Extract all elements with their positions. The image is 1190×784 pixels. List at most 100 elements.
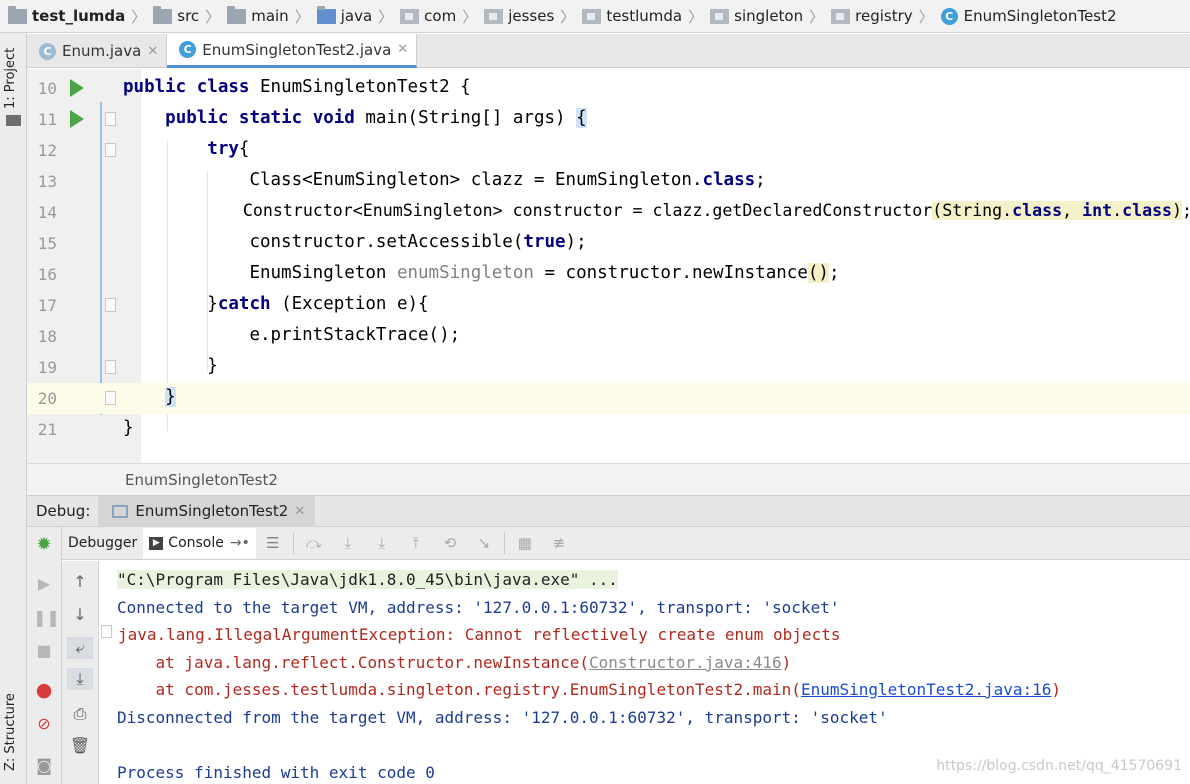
- run-to-cursor-icon[interactable]: ↘: [475, 535, 493, 551]
- code-text: (): [807, 263, 829, 283]
- step-over-icon[interactable]: ⤓: [339, 535, 357, 551]
- left-tool-strip: 1: Project Z: Structure: [0, 33, 27, 784]
- toolbar-separator: [503, 532, 505, 554]
- crumb-com[interactable]: com: [400, 0, 456, 32]
- crumb-label: singleton: [734, 7, 804, 25]
- drop-frame-icon[interactable]: ⟲: [441, 535, 459, 551]
- close-icon[interactable]: ✕: [397, 42, 408, 57]
- up-arrow-icon[interactable]: ↑: [69, 571, 91, 593]
- stack-frame-text: ): [781, 653, 792, 672]
- run-icon[interactable]: [70, 110, 84, 128]
- pin-icon[interactable]: →•: [230, 535, 250, 551]
- keyword: try: [207, 139, 239, 159]
- view-breakpoints-icon[interactable]: ●: [33, 679, 55, 701]
- crumb-main[interactable]: main: [227, 0, 289, 32]
- soft-wrap-icon[interactable]: ⤶: [67, 637, 93, 659]
- step-into-icon[interactable]: ⤓: [373, 535, 391, 551]
- resume-icon[interactable]: ▶: [33, 573, 55, 595]
- show-execution-point-icon[interactable]: ⤼: [305, 535, 323, 551]
- crumb-testlumda[interactable]: testlumda: [582, 0, 682, 32]
- console-icon: ▶: [149, 536, 164, 550]
- camera-icon[interactable]: ◙: [33, 755, 55, 777]
- stop-icon[interactable]: ■: [33, 640, 55, 662]
- code-line[interactable]: 19 }: [27, 352, 1190, 383]
- fold-marker-icon[interactable]: [105, 143, 116, 157]
- code-line[interactable]: 18 e.printStackTrace();: [27, 321, 1190, 352]
- crumb-jesses[interactable]: jesses: [484, 0, 554, 32]
- down-arrow-icon[interactable]: ↓: [69, 604, 91, 626]
- line-number: 13: [37, 172, 57, 191]
- run-icon[interactable]: [70, 79, 84, 97]
- tab-enumsingletontest2-java[interactable]: C EnumSingletonTest2.java ✕: [167, 34, 418, 68]
- code-line[interactable]: 16 EnumSingleton enumSingleton = constru…: [27, 259, 1190, 290]
- close-icon[interactable]: ✕: [294, 504, 305, 519]
- code-line[interactable]: 17 }catch (Exception e){: [27, 290, 1190, 321]
- console-output[interactable]: "C:\Program Files\Java\jdk1.8.0_45\bin\j…: [99, 561, 1190, 784]
- rerun-debug-icon[interactable]: ✹: [33, 534, 55, 556]
- code-line[interactable]: 13 Class<EnumSingleton> clazz = EnumSing…: [27, 166, 1190, 197]
- crumb-class[interactable]: C EnumSingletonTest2: [940, 0, 1117, 32]
- console-disconnected-line: Disconnected from the target VM, address…: [117, 708, 888, 727]
- debug-action-strip: ✹ ▶ ❚❚ ■ ● ⊘ ◙: [27, 527, 62, 784]
- project-tool-tab[interactable]: 1: Project: [3, 48, 18, 109]
- trash-icon[interactable]: 🗑: [69, 735, 91, 757]
- close-icon[interactable]: ✕: [147, 44, 158, 59]
- tab-console[interactable]: ▶ Console →•: [143, 527, 256, 559]
- code-line[interactable]: 12 try{: [27, 135, 1190, 166]
- code-text: (Exception e){: [270, 294, 429, 314]
- tab-debugger[interactable]: Debugger: [62, 528, 143, 559]
- code-line[interactable]: 11 public static void main(String[] args…: [27, 104, 1190, 135]
- package-icon: [582, 8, 602, 24]
- step-out-icon[interactable]: ⤒: [407, 535, 425, 551]
- keyword: class: [702, 170, 756, 190]
- class-icon: C: [940, 7, 958, 25]
- code-line[interactable]: 21 }: [27, 414, 1190, 445]
- crumb-project[interactable]: test_lumda: [8, 0, 125, 32]
- fold-marker-icon[interactable]: [101, 625, 112, 638]
- code-text: EnumSingletonTest2 {: [260, 77, 471, 97]
- scroll-to-end-icon[interactable]: ⤓: [67, 668, 93, 690]
- debug-session-tab[interactable]: EnumSingletonTest2 ✕: [98, 495, 316, 527]
- line-number: 11: [37, 110, 57, 129]
- code-text: Constructor<EnumSingleton> constructor =…: [242, 201, 933, 220]
- code-text: e.printStackTrace();: [249, 325, 461, 345]
- chevron-right-icon: 〉: [462, 7, 478, 26]
- crumb-src[interactable]: src: [153, 0, 199, 32]
- tab-enum-java[interactable]: C Enum.java ✕: [27, 34, 168, 68]
- print-icon[interactable]: ⎙: [69, 703, 91, 725]
- trace-icon[interactable]: ≢: [550, 535, 568, 551]
- fold-marker-icon[interactable]: [105, 298, 116, 312]
- console-exception-line: java.lang.IllegalArgumentException: Cann…: [118, 625, 841, 644]
- crumb-singleton[interactable]: singleton: [710, 0, 804, 32]
- keyword: void: [312, 108, 355, 128]
- evaluate-expression-icon[interactable]: ▦: [516, 535, 534, 551]
- stack-frame-link[interactable]: Constructor.java:416: [589, 653, 782, 672]
- method-breadcrumb[interactable]: EnumSingletonTest2: [27, 463, 1190, 495]
- code-line[interactable]: 15 constructor.setAccessible(true);: [27, 228, 1190, 259]
- stack-frame-text: at com.jesses.testlumda.singleton.regist…: [117, 680, 801, 699]
- code-line-current[interactable]: 20 }: [27, 383, 1190, 414]
- stack-frame-link[interactable]: EnumSingletonTest2.java:16: [801, 680, 1051, 699]
- fold-marker-icon[interactable]: [105, 391, 116, 405]
- crumb-registry[interactable]: registry: [831, 0, 913, 32]
- fold-marker-icon[interactable]: [105, 112, 116, 126]
- project-folder-icon: [6, 115, 21, 126]
- pause-icon[interactable]: ❚❚: [33, 607, 60, 629]
- crumb-java[interactable]: java: [316, 0, 372, 32]
- code-editor[interactable]: 10 public class EnumSingletonTest2 { 11 …: [27, 69, 1190, 463]
- mute-breakpoints-icon[interactable]: ⊘: [33, 713, 55, 735]
- code-text: }: [123, 418, 134, 438]
- console-tab-label: Console: [168, 535, 224, 551]
- code-text: ;: [1182, 201, 1190, 220]
- fold-marker-icon[interactable]: [105, 360, 116, 374]
- line-number: 18: [37, 327, 57, 346]
- structure-tool-tab[interactable]: Z: Structure: [3, 693, 18, 771]
- code-line[interactable]: 14 Constructor<EnumSingleton> constructo…: [27, 197, 1190, 228]
- tab-label: Enum.java: [62, 42, 142, 60]
- line-number: 20: [37, 389, 57, 408]
- menu-icon[interactable]: ☰: [264, 535, 282, 551]
- crumb-label: EnumSingletonTest2: [963, 7, 1117, 25]
- code-text: ;: [828, 263, 840, 283]
- debugger-toolbar: Debugger ▶ Console →• ☰ ⤼ ⤓ ⤓ ⤒ ⟲ ↘ ▦ ≢: [62, 527, 1190, 560]
- code-line[interactable]: 10 public class EnumSingletonTest2 {: [27, 73, 1190, 104]
